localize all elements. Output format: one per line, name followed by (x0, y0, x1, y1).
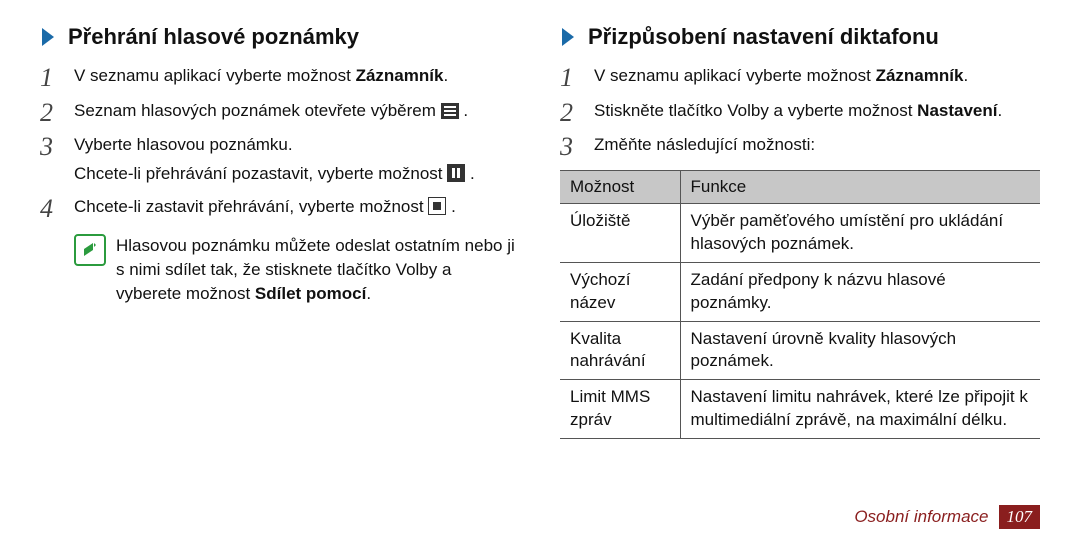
note-body: Hlasovou poznámku můžete odeslat ostatní… (116, 234, 520, 305)
section-title-text: Přehrání hlasové poznámky (68, 24, 359, 50)
section-title-playback: Přehrání hlasové poznámky (40, 24, 520, 50)
cell-function: Zadání předpony k názvu hlasové poznámky… (680, 262, 1040, 321)
list-icon (441, 102, 459, 127)
table-row: Limit MMS zpráv Nastavení limitu nahráve… (560, 380, 1040, 439)
footer-category: Osobní informace (854, 507, 988, 527)
page: Přehrání hlasové poznámky 1 V seznamu ap… (0, 0, 1080, 543)
step-body: Chcete-li zastavit přehrávání, vyberte m… (74, 195, 520, 224)
cell-option: Výchozí název (560, 262, 680, 321)
step-body: Stiskněte tlačítko Volby a vyberte možno… (594, 99, 1040, 128)
left-column: Přehrání hlasové poznámky 1 V seznamu ap… (40, 18, 520, 439)
text-bold: Záznamník (356, 66, 444, 85)
table-row: Výchozí název Zadání předpony k názvu hl… (560, 262, 1040, 321)
cell-option: Kvalita nahrávání (560, 321, 680, 380)
stop-icon (428, 197, 446, 223)
step-4: 4 Chcete-li zastavit přehrávání, vyberte… (40, 195, 520, 224)
step-1: 1 V seznamu aplikací vyberte možnost Záz… (560, 64, 1040, 93)
section-title-settings: Přizpůsobení nastavení diktafonu (560, 24, 1040, 50)
note-icon (74, 234, 106, 305)
step-3: 3 Změňte následující možnosti: (560, 133, 1040, 162)
note: Hlasovou poznámku můžete odeslat ostatní… (74, 234, 520, 305)
step-2: 2 Stiskněte tlačítko Volby a vyberte mož… (560, 99, 1040, 128)
step-body: Vyberte hlasovou poznámku. Chcete-li pře… (74, 133, 520, 189)
text: Chcete-li zastavit přehrávání, vyberte m… (74, 197, 428, 216)
table-row: Úložiště Výběr paměťového umístění pro u… (560, 203, 1040, 262)
text-bold: Záznamník (876, 66, 964, 85)
footer: Osobní informace 107 (854, 505, 1040, 529)
step-1: 1 V seznamu aplikací vyberte možnost Záz… (40, 64, 520, 93)
text-bold: Sdílet pomocí (255, 284, 366, 303)
two-columns: Přehrání hlasové poznámky 1 V seznamu ap… (40, 18, 1040, 439)
step-num: 1 (560, 64, 594, 93)
cell-function: Nastavení úrovně kvality hlasových pozná… (680, 321, 1040, 380)
text: . (470, 164, 475, 183)
text: . (443, 66, 448, 85)
text: . (998, 101, 1003, 120)
options-table: Možnost Funkce Úložiště Výběr paměťového… (560, 170, 1040, 440)
step-num: 3 (40, 133, 74, 189)
cell-function: Nastavení limitu nahrávek, které lze při… (680, 380, 1040, 439)
table-head-function: Funkce (680, 170, 1040, 203)
text-bold: Nastavení (917, 101, 997, 120)
text: V seznamu aplikací vyberte možnost (594, 66, 876, 85)
text: . (366, 284, 371, 303)
cell-option: Limit MMS zpráv (560, 380, 680, 439)
text: Seznam hlasových poznámek otevřete výběr… (74, 101, 441, 120)
step-subline: Chcete-li přehrávání pozastavit, vyberte… (74, 162, 520, 190)
step-body: Seznam hlasových poznámek otevřete výběr… (74, 99, 520, 128)
text: . (463, 101, 468, 120)
table-head-option: Možnost (560, 170, 680, 203)
step-body: V seznamu aplikací vyberte možnost Zázna… (74, 64, 520, 93)
step-body: V seznamu aplikací vyberte možnost Zázna… (594, 64, 1040, 93)
chevron-icon (40, 26, 58, 48)
step-num: 2 (40, 99, 74, 128)
text: Stiskněte tlačítko Volby a vyberte možno… (594, 101, 917, 120)
text: Změňte následující možnosti: (594, 135, 815, 154)
section-title-text: Přizpůsobení nastavení diktafonu (588, 24, 939, 50)
chevron-icon (560, 26, 578, 48)
cell-function: Výběr paměťového umístění pro ukládání h… (680, 203, 1040, 262)
right-column: Přizpůsobení nastavení diktafonu 1 V sez… (560, 18, 1040, 439)
footer-page-number: 107 (999, 505, 1041, 529)
pause-icon (447, 164, 465, 190)
step-body: Změňte následující možnosti: (594, 133, 1040, 162)
step-2: 2 Seznam hlasových poznámek otevřete výb… (40, 99, 520, 128)
cell-option: Úložiště (560, 203, 680, 262)
step-num: 4 (40, 195, 74, 224)
table-row: Kvalita nahrávání Nastavení úrovně kvali… (560, 321, 1040, 380)
text: V seznamu aplikací vyberte možnost (74, 66, 356, 85)
text: Vyberte hlasovou poznámku. (74, 133, 520, 158)
step-num: 3 (560, 133, 594, 162)
text: Chcete-li přehrávání pozastavit, vyberte… (74, 164, 447, 183)
text: . (963, 66, 968, 85)
step-num: 1 (40, 64, 74, 93)
text: . (451, 197, 456, 216)
step-num: 2 (560, 99, 594, 128)
step-3: 3 Vyberte hlasovou poznámku. Chcete-li p… (40, 133, 520, 189)
